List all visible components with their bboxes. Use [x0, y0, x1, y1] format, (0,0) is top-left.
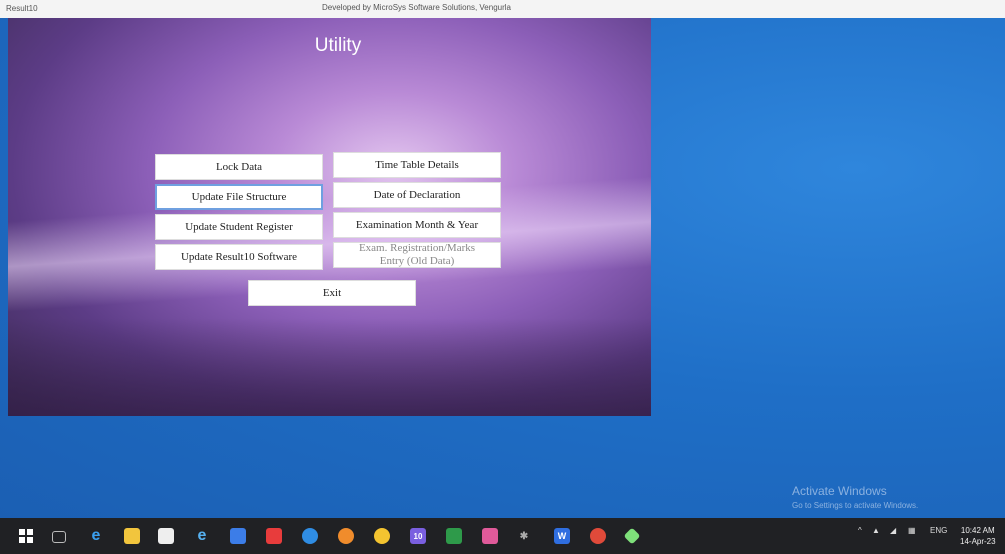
date-of-declaration-button[interactable]: Date of Declaration — [333, 182, 501, 208]
word-icon[interactable]: W — [554, 528, 570, 544]
lock-data-button[interactable]: Lock Data — [155, 154, 323, 180]
store-icon[interactable] — [158, 528, 174, 544]
update-student-register-button[interactable]: Update Student Register — [155, 214, 323, 240]
keyboard-icon[interactable]: ▦ — [908, 526, 916, 535]
app-icon[interactable] — [623, 527, 641, 545]
exam-registration-line1: Exam. Registration/Marks — [358, 242, 476, 254]
examination-month-year-button[interactable]: Examination Month & Year — [333, 212, 501, 238]
file-explorer-icon[interactable] — [124, 528, 140, 544]
exam-registration-line2: Entry (Old Data) — [379, 255, 455, 267]
settings-icon[interactable]: ✱ — [516, 528, 532, 544]
tray-chevron-icon[interactable]: ^ — [858, 526, 862, 535]
exam-registration-old-data-button[interactable]: Exam. Registration/Marks Entry (Old Data… — [333, 242, 501, 268]
update-software-button[interactable]: Update Result10 Software — [155, 244, 323, 270]
taskbar: e e 10 ✱ W ^ ▲ ◢ ▦ ENG 10:42 AM 14-Apr-2… — [0, 518, 1005, 554]
exit-button[interactable]: Exit — [248, 280, 416, 306]
activate-title: Activate Windows — [792, 484, 887, 498]
chat-icon[interactable] — [302, 528, 318, 544]
clock-time: 10:42 AM — [960, 526, 995, 535]
page-title: Utility — [314, 35, 362, 56]
photos-icon[interactable] — [230, 528, 246, 544]
language-indicator[interactable]: ENG — [930, 526, 947, 535]
chrome-icon[interactable] — [374, 528, 390, 544]
activate-windows-watermark: Activate Windows Go to Settings to activ… — [792, 484, 918, 510]
task-view-icon[interactable] — [52, 531, 66, 543]
update-file-structure-button[interactable]: Update File Structure — [155, 184, 323, 210]
windows-start-icon[interactable] — [18, 528, 34, 544]
app-name: Result10 — [6, 4, 38, 13]
notes-icon[interactable]: 10 — [410, 528, 426, 544]
excel-icon[interactable] — [446, 528, 462, 544]
developer-credit: Developed by MicroSys Software Solutions… — [322, 3, 511, 12]
media-icon[interactable] — [266, 528, 282, 544]
edge-icon[interactable]: e — [88, 527, 104, 544]
volume-icon[interactable]: ◢ — [890, 526, 896, 535]
ie-icon[interactable]: e — [194, 527, 210, 544]
title-bar: Result10 Developed by MicroSys Software … — [0, 0, 1005, 18]
utility-window: Utility Lock Data Time Table Details Upd… — [8, 18, 651, 416]
time-table-details-button[interactable]: Time Table Details — [333, 152, 501, 178]
clock[interactable]: 10:42 AM 14-Apr-23 — [960, 525, 996, 547]
maps-icon[interactable] — [590, 528, 606, 544]
clock-date: 14-Apr-23 — [960, 537, 996, 546]
paint-icon[interactable] — [482, 528, 498, 544]
network-icon[interactable]: ▲ — [872, 526, 880, 535]
firefox-icon[interactable] — [338, 528, 354, 544]
activate-subtitle: Go to Settings to activate Windows. — [792, 501, 919, 510]
